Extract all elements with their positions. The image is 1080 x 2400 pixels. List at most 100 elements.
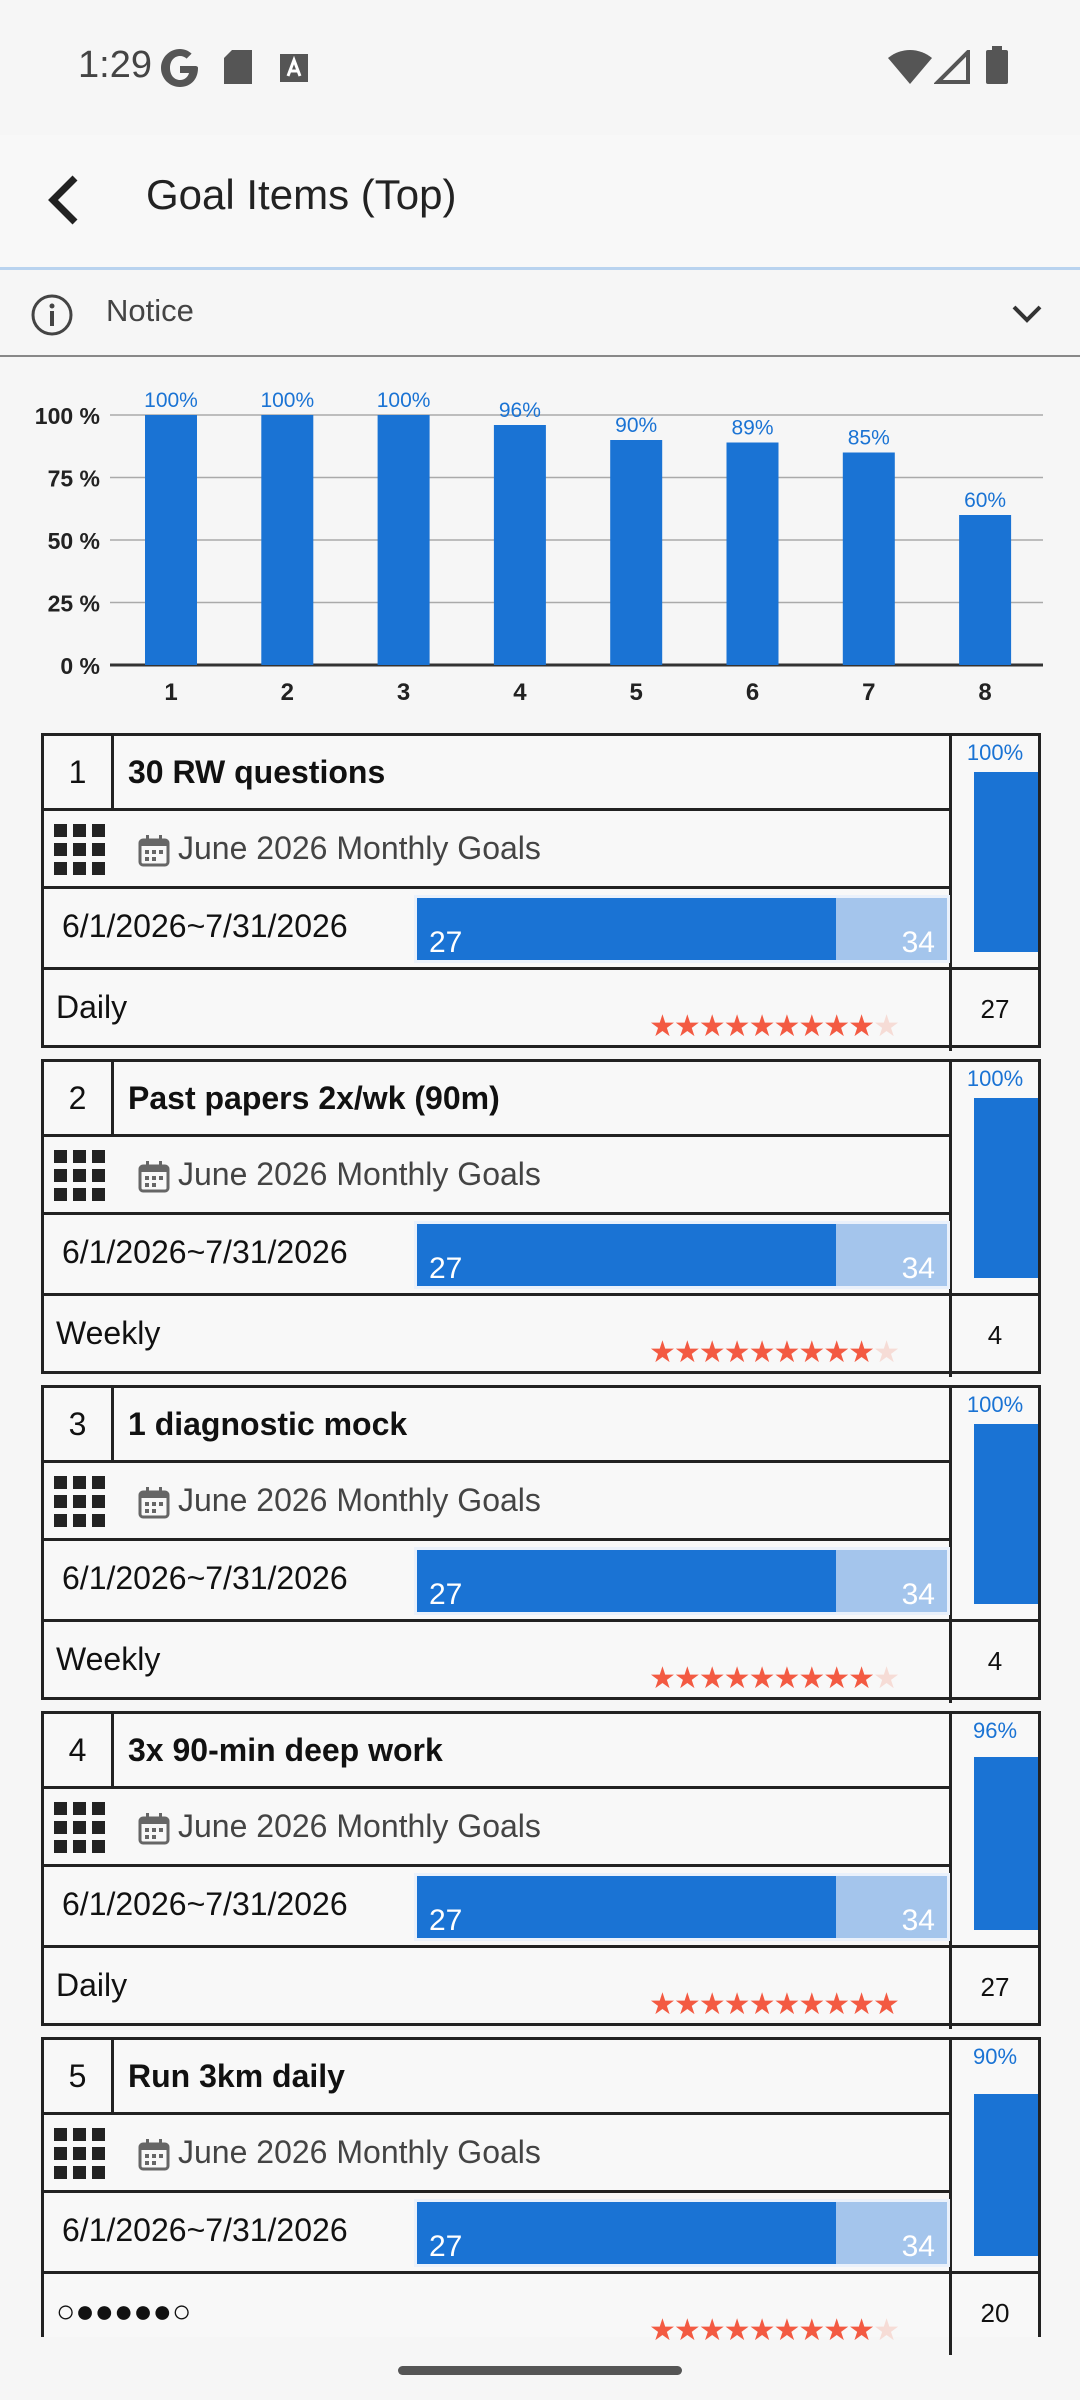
goal-title: 30 RW questions	[114, 736, 952, 811]
goal-progress-bar: 27 34	[414, 895, 950, 963]
goal-count-cell: 20	[952, 2274, 1038, 2355]
grid-icon[interactable]	[54, 2128, 106, 2180]
completion-bar-chart: 0 % 25 % 50 % 75 % 100 % 100% 1 100% 2 100% 3 96% 4 9…	[35, 389, 1043, 706]
goal-frequency-row: Weekly ★★★★★★★★★★	[44, 1296, 952, 1377]
goal-number: 1	[44, 736, 114, 811]
goal-frequency: Weekly	[56, 1641, 161, 1677]
goal-progress-bar: 27 34	[414, 1873, 950, 1941]
info-icon	[31, 294, 73, 336]
goal-progress-total: 34	[901, 1578, 935, 1611]
grid-icon[interactable]	[54, 1476, 106, 1528]
goal-progress-total: 34	[901, 2230, 935, 2263]
goal-rating-stars: ★★★★★★★★★★	[649, 1336, 900, 1369]
goal-percent-panel: 100%	[952, 736, 1038, 970]
goal-percent-bar	[974, 2094, 1038, 2256]
goal-card[interactable]: 1 30 RW questions June 2026 Monthly Goal…	[41, 733, 1041, 1051]
goal-count-cell: 4	[952, 1296, 1038, 1377]
goal-date-range: 6/1/2026~7/31/2026	[62, 1560, 348, 1596]
x-tick-label: 7	[862, 679, 875, 706]
goal-card[interactable]: 3 1 diagnostic mock June 2026 Monthly Go…	[41, 1385, 1041, 1703]
text-icon	[280, 54, 308, 82]
goal-frequency-row: ○●●●●●○ ★★★★★★★★★★	[44, 2274, 952, 2355]
goal-title: 3x 90-min deep work	[114, 1714, 952, 1789]
goal-frequency: Weekly	[56, 1315, 161, 1351]
goal-frequency: ○●●●●●○	[56, 2293, 192, 2329]
goal-percent: 100%	[966, 740, 1024, 765]
goal-progress-fill	[417, 1550, 836, 1612]
signal-icon	[934, 50, 970, 84]
goal-percent: 96%	[972, 1718, 1018, 1743]
goal-card[interactable]: 5 Run 3km daily June 2026 Monthly Goals …	[41, 2037, 1041, 2355]
grid-icon[interactable]	[54, 1150, 106, 1202]
bar-value-label: 85%	[848, 427, 890, 450]
goal-percent-bar	[974, 1424, 1038, 1604]
back-button[interactable]	[30, 165, 100, 235]
goal-group-label: June 2026 Monthly Goals	[178, 1482, 541, 1518]
goal-progress-fill	[417, 1876, 836, 1938]
bar-value-label: 100%	[144, 389, 198, 412]
chart-bar	[959, 515, 1012, 665]
app-bar: Goal Items (Top)	[0, 135, 1080, 270]
chart-bar	[493, 425, 546, 665]
goal-count: 4	[987, 1320, 1003, 1350]
notice-label: Notice	[106, 293, 194, 328]
notice-panel[interactable]: Notice	[0, 273, 1080, 357]
goal-percent-bar	[974, 1757, 1038, 1930]
goal-card[interactable]: 2 Past papers 2x/wk (90m) June 2026 Mont…	[41, 1059, 1041, 1377]
goal-number: 5	[44, 2040, 114, 2115]
goal-date-row: 6/1/2026~7/31/2026 27 34	[44, 889, 952, 970]
goal-rating-stars: ★★★★★★★★★★	[649, 1010, 900, 1043]
goal-percent-bar	[974, 1098, 1038, 1278]
bar-value-label: 100%	[377, 389, 431, 412]
google-icon	[161, 49, 198, 87]
goal-progress-current: 27	[429, 1578, 463, 1611]
goal-percent-panel: 96%	[952, 1714, 1038, 1948]
calendar-icon	[138, 2139, 170, 2171]
goal-count: 4	[987, 1646, 1003, 1676]
goal-group-row: June 2026 Monthly Goals	[44, 1137, 952, 1215]
goal-group-row: June 2026 Monthly Goals	[44, 811, 952, 889]
x-tick-label: 5	[630, 679, 643, 706]
page-title: Goal Items (Top)	[146, 171, 457, 218]
goal-rating-stars: ★★★★★★★★★★	[649, 1988, 900, 2021]
x-tick-label: 1	[164, 679, 177, 706]
goal-frequency-row: Daily ★★★★★★★★★★	[44, 970, 952, 1051]
goal-frequency: Daily	[56, 989, 128, 1025]
y-tick-label: 25 %	[48, 591, 100, 617]
goal-title: 1 diagnostic mock	[114, 1388, 952, 1463]
home-indicator[interactable]	[398, 2366, 682, 2375]
calendar-icon	[138, 835, 170, 867]
goal-progress-current: 27	[429, 1904, 463, 1937]
goal-group-row: June 2026 Monthly Goals	[44, 1789, 952, 1867]
y-tick-label: 75 %	[48, 466, 100, 492]
chart-bar	[377, 415, 430, 665]
goal-group-label: June 2026 Monthly Goals	[178, 830, 541, 866]
goal-date-row: 6/1/2026~7/31/2026 27 34	[44, 1541, 952, 1622]
goal-progress-fill	[417, 898, 836, 960]
goal-card[interactable]: 4 3x 90-min deep work June 2026 Monthly …	[41, 1711, 1041, 2029]
grid-icon[interactable]	[54, 824, 106, 876]
goal-number: 3	[44, 1388, 114, 1463]
chevron-down-icon[interactable]	[1010, 303, 1044, 325]
goal-title: Past papers 2x/wk (90m)	[114, 1062, 952, 1137]
goal-title: Run 3km daily	[114, 2040, 952, 2115]
status-bar: 1:29	[0, 0, 1080, 135]
grid-icon[interactable]	[54, 1802, 106, 1854]
goal-progress-bar: 27 34	[414, 1547, 950, 1615]
goal-frequency-row: Weekly ★★★★★★★★★★	[44, 1622, 952, 1703]
goal-group-row: June 2026 Monthly Goals	[44, 2115, 952, 2193]
goal-number: 2	[44, 1062, 114, 1137]
goal-progress-total: 34	[901, 1904, 935, 1937]
goal-rating-stars: ★★★★★★★★★★	[649, 2314, 900, 2347]
x-tick-label: 2	[281, 679, 294, 706]
x-tick-label: 6	[746, 679, 759, 706]
bar-value-label: 90%	[615, 414, 657, 437]
chart-bar	[145, 415, 197, 665]
goal-count-cell: 27	[952, 1948, 1038, 2029]
goal-date-row: 6/1/2026~7/31/2026 27 34	[44, 1867, 952, 1948]
x-tick-label: 4	[513, 679, 527, 706]
goal-percent: 100%	[966, 1392, 1024, 1417]
goal-count: 20	[980, 2298, 1010, 2328]
goal-percent: 90%	[972, 2044, 1018, 2069]
goal-count: 27	[980, 994, 1010, 1024]
